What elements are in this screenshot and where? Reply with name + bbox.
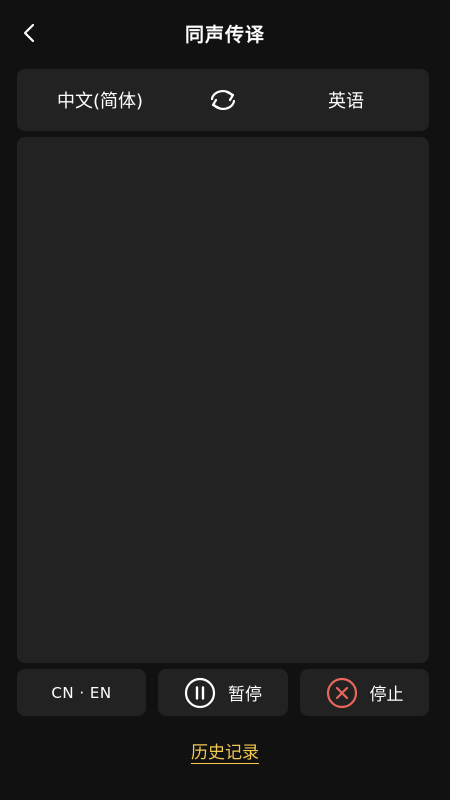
language-pair-label: CN · EN	[51, 683, 112, 702]
swap-languages-button[interactable]	[204, 85, 242, 115]
language-selector-bar: 中文(简体) 英语	[17, 69, 429, 131]
stop-button[interactable]: 停止	[300, 669, 429, 716]
header: 同声传译	[0, 0, 450, 64]
close-circle-icon	[326, 677, 358, 709]
pause-button[interactable]: 暂停	[158, 669, 288, 716]
history-link[interactable]: 历史记录	[191, 743, 259, 763]
pause-circle-icon	[184, 677, 216, 709]
stop-label: 停止	[369, 685, 404, 705]
page-title: 同声传译	[184, 24, 265, 46]
source-language-selector[interactable]: 中文(简体)	[17, 69, 183, 131]
target-language-selector[interactable]: 英语	[263, 69, 429, 131]
swap-arrows-icon	[210, 89, 236, 111]
pause-label: 暂停	[228, 685, 262, 705]
language-pair-button[interactable]: CN · EN	[17, 669, 146, 716]
history-link-row: 历史记录	[0, 738, 450, 763]
translation-content-area	[17, 137, 429, 663]
app-screen: 同声传译 中文(简体) 英语 CN · EN 暂停 停止 历史记录	[0, 0, 450, 800]
